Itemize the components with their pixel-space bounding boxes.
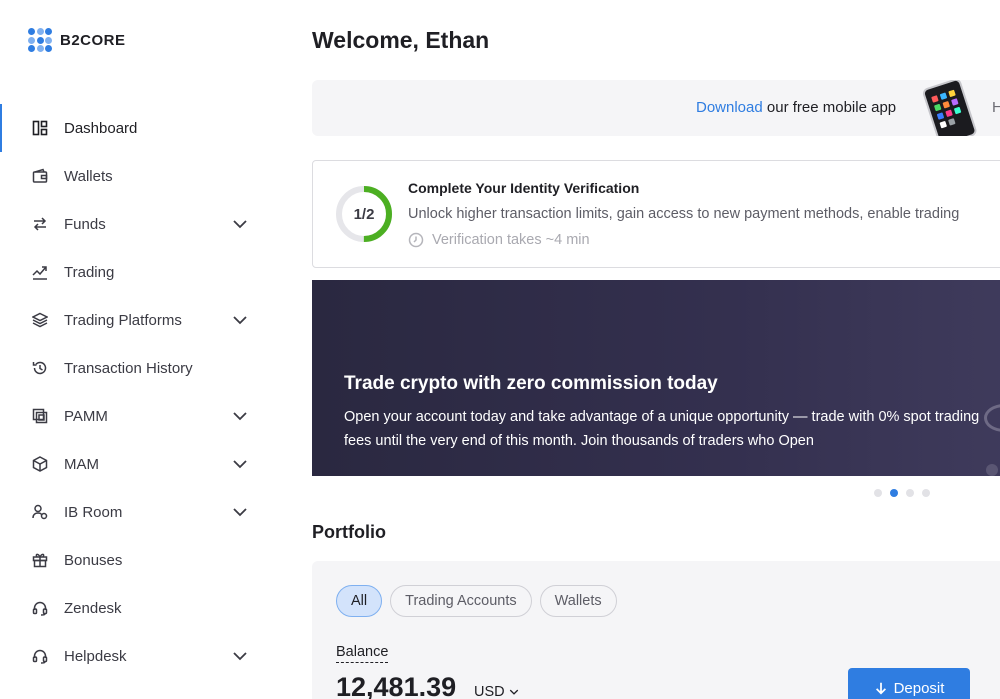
carousel-dot[interactable] bbox=[922, 489, 930, 497]
carousel-dot[interactable] bbox=[906, 489, 914, 497]
mobile-app-banner[interactable]: Download our free mobile app H bbox=[312, 80, 1000, 136]
verification-description: Unlock higher transaction limits, gain a… bbox=[408, 206, 960, 222]
promo-title: Trade crypto with zero commission today bbox=[344, 373, 718, 394]
sidebar-item-label: PAMM bbox=[64, 407, 108, 425]
chevron-down-icon[interactable] bbox=[232, 312, 248, 328]
verification-progress-label: 1/2 bbox=[353, 205, 375, 223]
currency-label: USD bbox=[474, 684, 505, 699]
layers-icon bbox=[32, 312, 48, 328]
promo-banner[interactable]: Trade crypto with zero commission today … bbox=[312, 280, 1000, 476]
chevron-down-icon[interactable] bbox=[232, 504, 248, 520]
download-link[interactable]: Download bbox=[696, 99, 763, 116]
sidebar-item-label: Helpdesk bbox=[64, 647, 127, 665]
logo-text: B2CORE bbox=[60, 31, 126, 49]
user-network-icon bbox=[32, 504, 48, 520]
headset-icon bbox=[32, 600, 48, 616]
transfer-arrows-icon bbox=[32, 216, 48, 232]
tab-trading-accounts[interactable]: Trading Accounts bbox=[390, 585, 532, 617]
deposit-label: Deposit bbox=[893, 679, 945, 697]
copy-frame-icon bbox=[32, 408, 48, 424]
mobile-app-text: Download our free mobile app bbox=[696, 99, 896, 116]
verification-title: Complete Your Identity Verification bbox=[408, 180, 640, 196]
sidebar-item-helpdesk[interactable]: Helpdesk bbox=[0, 632, 280, 680]
sidebar-item-label: Bonuses bbox=[64, 551, 123, 569]
balance-label[interactable]: Balance bbox=[336, 644, 389, 663]
trending-chart-icon bbox=[32, 264, 48, 280]
chevron-down-icon[interactable] bbox=[232, 456, 248, 472]
verification-time-label: Verification takes ~4 min bbox=[432, 232, 590, 248]
carousel-dot[interactable] bbox=[874, 489, 882, 497]
sidebar: B2CORE Dashboard Wallets Funds Trading T… bbox=[0, 0, 280, 699]
chevron-down-icon bbox=[509, 687, 519, 697]
main-content: Welcome, Ethan Download our free mobile … bbox=[312, 0, 1000, 699]
currency-select[interactable]: USD bbox=[474, 684, 519, 699]
chevron-down-icon[interactable] bbox=[232, 648, 248, 664]
sidebar-item-dashboard[interactable]: Dashboard bbox=[0, 104, 280, 152]
sidebar-item-wallets[interactable]: Wallets bbox=[0, 152, 280, 200]
mobile-app-trailing-text: H bbox=[992, 99, 1000, 116]
sidebar-item-funds[interactable]: Funds bbox=[0, 200, 280, 248]
wallet-icon bbox=[32, 168, 48, 184]
logo-icon bbox=[28, 28, 52, 52]
sidebar-nav: Dashboard Wallets Funds Trading Trading … bbox=[0, 104, 280, 680]
verification-time: Verification takes ~4 min bbox=[408, 232, 590, 248]
gift-icon bbox=[32, 552, 48, 568]
promo-decoration bbox=[984, 404, 1000, 432]
carousel-dots bbox=[874, 489, 930, 497]
chevron-down-icon[interactable] bbox=[232, 408, 248, 424]
identity-verification-card[interactable]: 1/2 Complete Your Identity Verification … bbox=[312, 160, 1000, 268]
sidebar-item-label: Dashboard bbox=[64, 119, 138, 137]
logo[interactable]: B2CORE bbox=[28, 28, 126, 52]
dashboard-icon bbox=[32, 120, 48, 136]
phone-illustration-icon bbox=[912, 80, 988, 136]
history-icon bbox=[32, 360, 48, 376]
deposit-button[interactable]: Deposit bbox=[848, 668, 970, 699]
headset-icon bbox=[32, 648, 48, 664]
page-title: Welcome, Ethan bbox=[312, 27, 490, 53]
promo-text: Open your account today and take advanta… bbox=[344, 409, 980, 449]
carousel-dot[interactable] bbox=[890, 489, 898, 497]
sidebar-item-label: Funds bbox=[64, 215, 106, 233]
sidebar-item-label: Wallets bbox=[64, 167, 113, 185]
sidebar-item-trading-platforms[interactable]: Trading Platforms bbox=[0, 296, 280, 344]
arrow-down-icon bbox=[874, 681, 888, 695]
sidebar-item-mam[interactable]: MAM bbox=[0, 440, 280, 488]
sidebar-item-label: Transaction History bbox=[64, 359, 193, 377]
sidebar-item-label: Trading Platforms bbox=[64, 311, 182, 329]
tab-all[interactable]: All bbox=[336, 585, 383, 617]
sidebar-item-bonuses[interactable]: Bonuses bbox=[0, 536, 280, 584]
clock-icon bbox=[408, 232, 424, 248]
sidebar-item-zendesk[interactable]: Zendesk bbox=[0, 584, 280, 632]
balance-value: 12,481.39 bbox=[336, 672, 457, 699]
portfolio-tabs: All Trading Accounts Wallets bbox=[336, 585, 617, 617]
sidebar-item-pamm[interactable]: PAMM bbox=[0, 392, 280, 440]
sidebar-item-label: MAM bbox=[64, 455, 99, 473]
sidebar-item-trading[interactable]: Trading bbox=[0, 248, 280, 296]
portfolio-title: Portfolio bbox=[312, 522, 386, 542]
chevron-down-icon[interactable] bbox=[232, 216, 248, 232]
tab-wallets[interactable]: Wallets bbox=[539, 585, 617, 617]
sidebar-item-transaction-history[interactable]: Transaction History bbox=[0, 344, 280, 392]
cube-icon bbox=[32, 456, 48, 472]
portfolio-card: All Trading Accounts Wallets Balance 12,… bbox=[312, 561, 1000, 699]
sidebar-item-label: Zendesk bbox=[64, 599, 122, 617]
sidebar-item-label: IB Room bbox=[64, 503, 123, 521]
sidebar-item-label: Trading bbox=[64, 263, 115, 281]
sidebar-item-ib-room[interactable]: IB Room bbox=[0, 488, 280, 536]
promo-decoration bbox=[986, 464, 998, 476]
mobile-app-label: our free mobile app bbox=[762, 99, 897, 116]
